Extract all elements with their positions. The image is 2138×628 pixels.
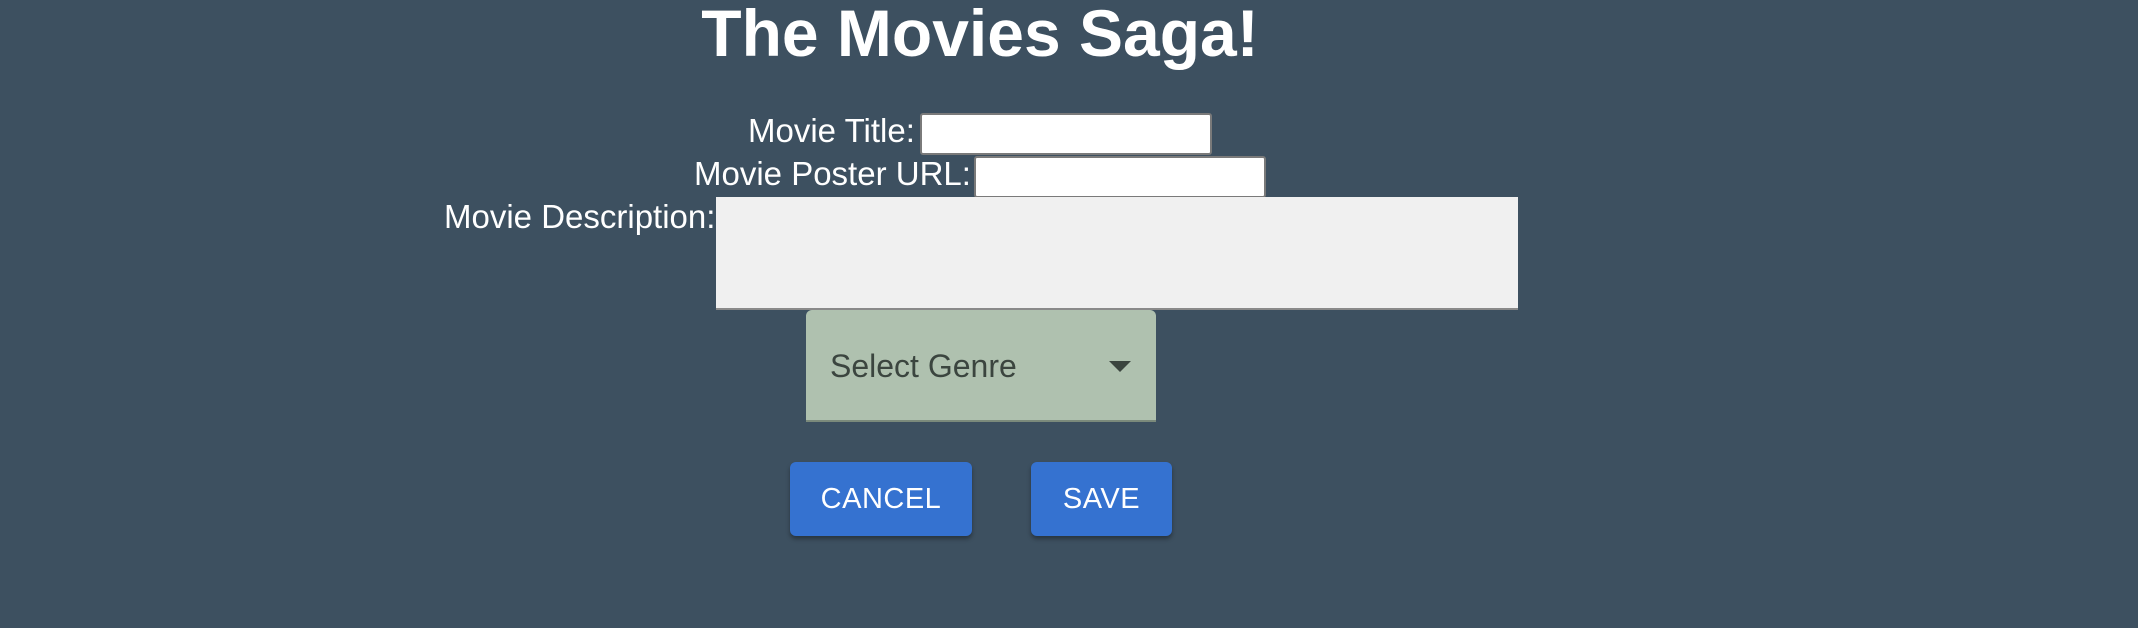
genre-select[interactable]: Select Genre xyxy=(806,310,1156,422)
chevron-down-icon xyxy=(1109,361,1131,372)
cancel-button[interactable]: CANCEL xyxy=(790,462,972,536)
movie-description-textarea[interactable] xyxy=(716,197,1518,310)
page-title: The Movies Saga! xyxy=(701,0,1259,70)
poster-url-label: Movie Poster URL: xyxy=(694,155,971,192)
movie-title-label: Movie Title: xyxy=(748,112,915,149)
movie-description-label: Movie Description: xyxy=(444,198,716,235)
save-button[interactable]: SAVE xyxy=(1031,462,1172,536)
genre-select-placeholder: Select Genre xyxy=(830,348,1017,384)
movie-title-input[interactable] xyxy=(920,113,1212,155)
poster-url-input[interactable] xyxy=(974,156,1266,198)
